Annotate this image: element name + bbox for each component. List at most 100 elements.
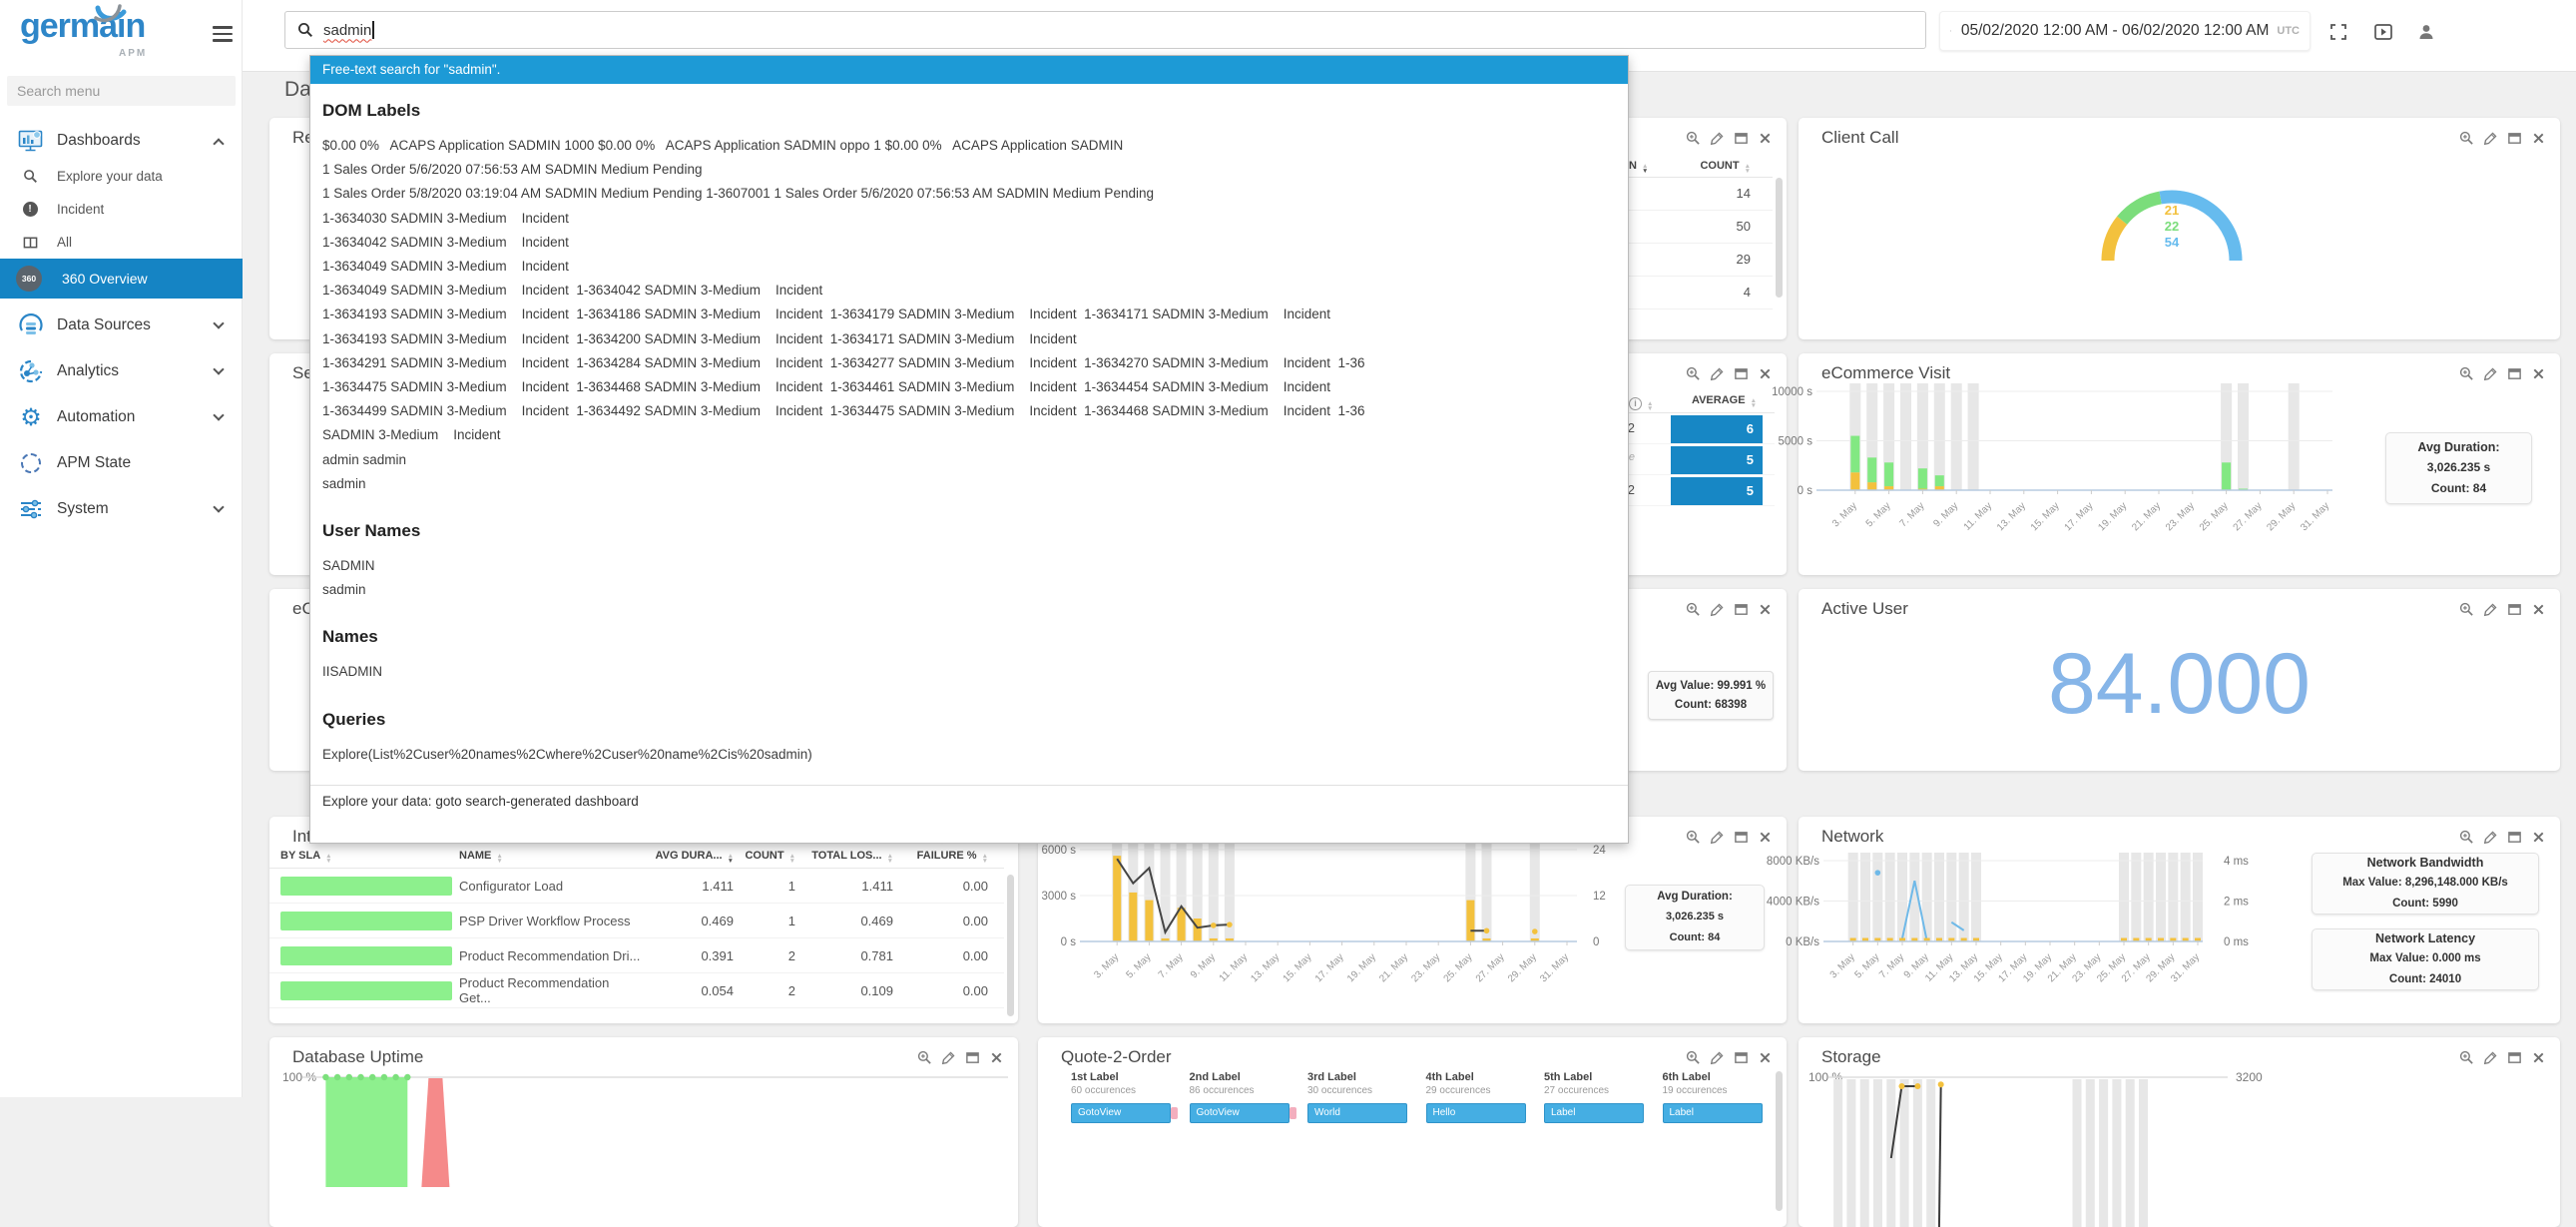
- widget-maximize-icon[interactable]: [2507, 1050, 2522, 1065]
- widget-edit-icon[interactable]: [941, 1050, 956, 1065]
- sidebar-item-analytics[interactable]: Analytics: [0, 351, 243, 391]
- user-icon[interactable]: [2416, 22, 2436, 42]
- widget-edit-icon[interactable]: [1710, 602, 1725, 617]
- presentation-play-icon[interactable]: [2373, 22, 2393, 42]
- sidebar-item-automation[interactable]: ⚙ Automation: [0, 397, 243, 437]
- widget-close-icon[interactable]: [2531, 366, 2546, 381]
- widget-maximize-icon[interactable]: [2507, 366, 2522, 381]
- dropdown-item[interactable]: sadmin: [310, 578, 1628, 602]
- free-text-search-option[interactable]: Free-text search for "sadmin".: [310, 56, 1628, 84]
- dropdown-item[interactable]: 1 Sales Order 5/8/2020 03:19:04 AM SADMI…: [310, 182, 1628, 206]
- sidebar-item-apm-state[interactable]: APM State: [0, 443, 243, 483]
- dropdown-item[interactable]: 1-3634475 SADMIN 3-Medium Incident 1-363…: [310, 375, 1628, 399]
- dropdown-item[interactable]: IISADMIN: [310, 660, 1628, 684]
- dropdown-item[interactable]: 1-3634049 SADMIN 3-Medium Incident: [310, 255, 1628, 279]
- funnel-step-box[interactable]: Label: [1544, 1103, 1644, 1123]
- scrollbar[interactable]: [1776, 1071, 1783, 1211]
- sidebar-item-data-sources[interactable]: Data Sources: [0, 306, 243, 345]
- column-header[interactable]: FAILURE %▲▼: [893, 850, 988, 864]
- widget-zoom-icon[interactable]: [1686, 602, 1701, 617]
- widget-close-icon[interactable]: [1758, 366, 1773, 381]
- dropdown-footer-link[interactable]: Explore your data: goto search-generated…: [310, 785, 1628, 817]
- funnel-step[interactable]: 3rd Label30 occurencesWorld: [1307, 1071, 1419, 1123]
- widget-close-icon[interactable]: [1758, 131, 1773, 146]
- widget-edit-icon[interactable]: [1710, 830, 1725, 845]
- funnel-step-box[interactable]: Label: [1663, 1103, 1763, 1123]
- widget-edit-icon[interactable]: [2483, 131, 2498, 146]
- sidebar-item-360-overview[interactable]: 360 360 Overview: [0, 259, 243, 299]
- funnel-step[interactable]: 5th Label27 occurencesLabel: [1544, 1071, 1656, 1123]
- dropdown-item[interactable]: 1-3634193 SADMIN 3-Medium Incident 1-363…: [310, 327, 1628, 351]
- table-row[interactable]: Product Recommendation Get...0.05420.109…: [269, 973, 1004, 1008]
- search-input[interactable]: sadmin: [284, 11, 1926, 49]
- widget-zoom-icon[interactable]: [1686, 1050, 1701, 1065]
- dropdown-item[interactable]: SADMIN: [310, 554, 1628, 578]
- widget-zoom-icon[interactable]: [1686, 131, 1701, 146]
- widget-maximize-icon[interactable]: [2507, 131, 2522, 146]
- column-header[interactable]: TOTAL LOS...▲▼: [795, 850, 893, 864]
- widget-zoom-icon[interactable]: [917, 1050, 932, 1065]
- column-header[interactable]: AVG DURA...▲▼: [642, 850, 734, 864]
- funnel-step[interactable]: 4th Label29 occurencesHello: [1426, 1071, 1538, 1123]
- hamburger-menu-icon[interactable]: [213, 26, 235, 46]
- dropdown-item[interactable]: 1-3634193 SADMIN 3-Medium Incident 1-363…: [310, 303, 1628, 326]
- widget-edit-icon[interactable]: [2483, 602, 2498, 617]
- widget-close-icon[interactable]: [989, 1050, 1004, 1065]
- dropdown-item[interactable]: $0.00 0% ACAPS Application SADMIN 1000 $…: [310, 134, 1628, 158]
- dropdown-item[interactable]: 1-3634049 SADMIN 3-Medium Incident 1-363…: [310, 279, 1628, 303]
- widget-edit-icon[interactable]: [1710, 1050, 1725, 1065]
- funnel-step-box[interactable]: GotoView: [1071, 1103, 1171, 1123]
- widget-close-icon[interactable]: [1758, 602, 1773, 617]
- widget-maximize-icon[interactable]: [1734, 1050, 1749, 1065]
- widget-zoom-icon[interactable]: [2459, 131, 2474, 146]
- widget-edit-icon[interactable]: [1710, 366, 1725, 381]
- funnel-step[interactable]: 2nd Label86 occurencesGotoView: [1190, 1071, 1301, 1123]
- funnel-step-box[interactable]: GotoView: [1190, 1103, 1289, 1123]
- column-header[interactable]: NAME▲▼: [459, 850, 642, 864]
- column-header[interactable]: COUNT▲▼: [734, 850, 795, 864]
- date-range-picker[interactable]: 05/02/2020 12:00 AM - 06/02/2020 12:00 A…: [1939, 11, 2311, 51]
- widget-maximize-icon[interactable]: [2507, 830, 2522, 845]
- widget-close-icon[interactable]: [1758, 830, 1773, 845]
- dropdown-item[interactable]: 1-3634291 SADMIN 3-Medium Incident 1-363…: [310, 351, 1628, 375]
- menu-search-input[interactable]: [7, 76, 236, 106]
- widget-edit-icon[interactable]: [2483, 366, 2498, 381]
- widget-zoom-icon[interactable]: [2459, 830, 2474, 845]
- funnel-step-box[interactable]: Hello: [1426, 1103, 1526, 1123]
- widget-maximize-icon[interactable]: [1734, 366, 1749, 381]
- funnel-step[interactable]: 6th Label19 occurencesLabel: [1663, 1071, 1775, 1123]
- widget-maximize-icon[interactable]: [1734, 830, 1749, 845]
- widget-edit-icon[interactable]: [2483, 1050, 2498, 1065]
- dropdown-item[interactable]: sadmin: [310, 472, 1628, 496]
- sidebar-item-dashboards[interactable]: Dashboards: [0, 122, 243, 160]
- dropdown-item[interactable]: 1-3634030 SADMIN 3-Medium Incident: [310, 207, 1628, 231]
- fullscreen-icon[interactable]: [2328, 22, 2348, 42]
- scrollbar[interactable]: [1776, 178, 1783, 298]
- table-row[interactable]: Configurator Load1.41111.4110.00: [269, 869, 1004, 904]
- widget-maximize-icon[interactable]: [965, 1050, 980, 1065]
- scrollbar[interactable]: [1007, 875, 1014, 1016]
- widget-edit-icon[interactable]: [2483, 830, 2498, 845]
- dropdown-item[interactable]: admin sadmin: [310, 448, 1628, 472]
- sidebar-item-explore-your-data[interactable]: Explore your data: [0, 160, 243, 193]
- widget-zoom-icon[interactable]: [2459, 1050, 2474, 1065]
- dropdown-item[interactable]: 1 Sales Order 5/6/2020 07:56:53 AM SADMI…: [310, 158, 1628, 182]
- dropdown-item[interactable]: 1-3634042 SADMIN 3-Medium Incident: [310, 231, 1628, 255]
- sidebar-item-system[interactable]: System: [0, 489, 243, 529]
- widget-close-icon[interactable]: [2531, 1050, 2546, 1065]
- table-row[interactable]: PSP Driver Workflow Process0.46910.4690.…: [269, 904, 1004, 938]
- widget-maximize-icon[interactable]: [1734, 131, 1749, 146]
- widget-close-icon[interactable]: [2531, 830, 2546, 845]
- dropdown-item[interactable]: Explore(List%2Cuser%20names%2Cwhere%2Cus…: [310, 743, 1628, 767]
- widget-close-icon[interactable]: [2531, 602, 2546, 617]
- widget-zoom-icon[interactable]: [1686, 830, 1701, 845]
- sidebar-item-all[interactable]: All: [0, 226, 243, 259]
- widget-edit-icon[interactable]: [1710, 131, 1725, 146]
- widget-close-icon[interactable]: [2531, 131, 2546, 146]
- funnel-step-box[interactable]: World: [1307, 1103, 1407, 1123]
- table-row[interactable]: Product Recommendation Dri...0.39120.781…: [269, 938, 1004, 973]
- widget-zoom-icon[interactable]: [2459, 366, 2474, 381]
- dropdown-item[interactable]: 1-3634499 SADMIN 3-Medium Incident 1-363…: [310, 399, 1628, 423]
- column-header[interactable]: BY SLA▲▼: [269, 850, 459, 864]
- widget-close-icon[interactable]: [1758, 1050, 1773, 1065]
